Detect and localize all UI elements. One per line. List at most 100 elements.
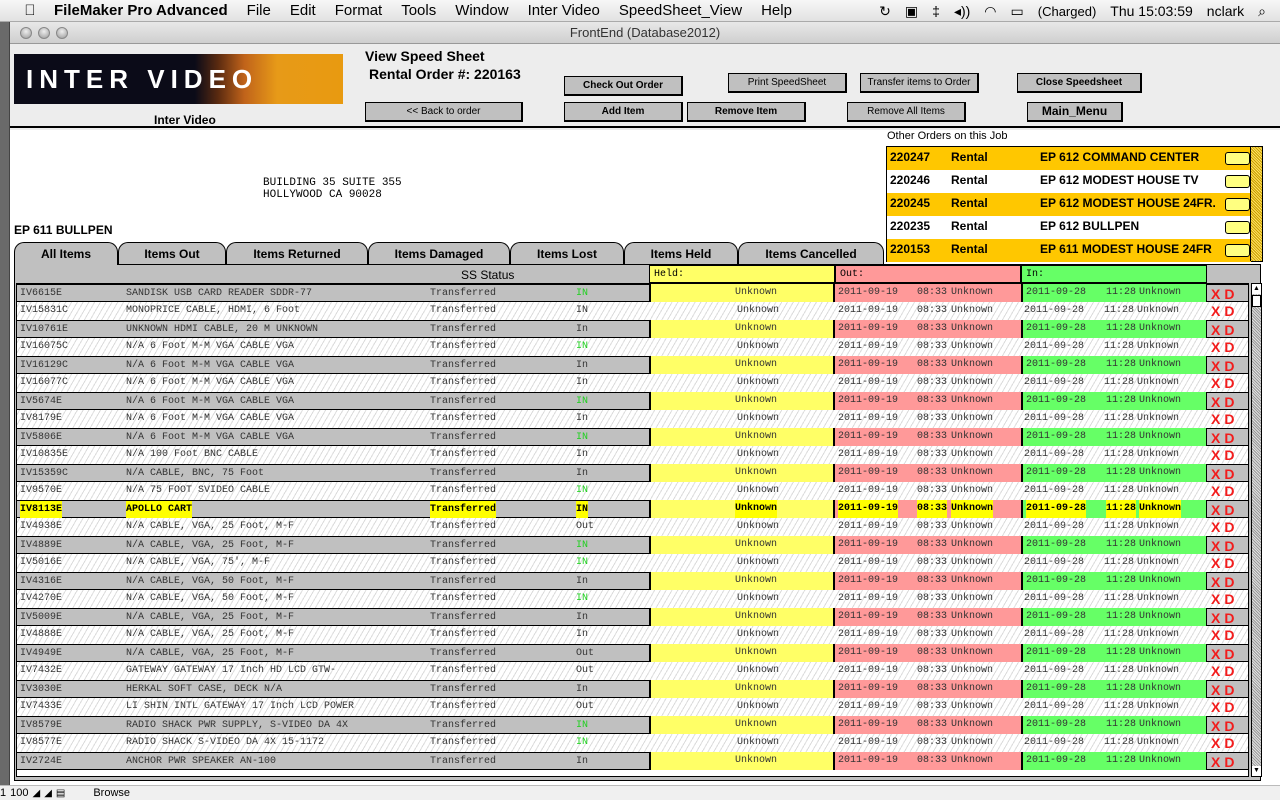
item-row[interactable]: IV5016E N/A CABLE, VGA, 75', M-F Transferr…: [17, 554, 1248, 572]
delete-item-button[interactable]: X: [1211, 483, 1224, 499]
item-row[interactable]: IV5674E N/A 6 Foot M-M VGA CABLE VGA Trans…: [17, 392, 1248, 410]
close-speedsheet-button[interactable]: Close Speedsheet: [1017, 73, 1142, 93]
tab-items-returned[interactable]: Items Returned: [226, 242, 368, 264]
item-detail-button[interactable]: D: [1224, 555, 1238, 571]
item-detail-button[interactable]: D: [1224, 483, 1238, 499]
other-order-row[interactable]: 220153 Rental EP 611 MODEST HOUSE 24FR: [887, 239, 1251, 262]
item-detail-button[interactable]: D: [1224, 718, 1238, 734]
zoom-in-icon[interactable]: ◢: [44, 788, 52, 799]
order-select-checkbox[interactable]: [1225, 175, 1250, 188]
close-window-button[interactable]: [20, 27, 32, 39]
transfer-items-button[interactable]: Transfer items to Order: [860, 73, 979, 93]
volume-icon[interactable]: ◂)): [954, 3, 970, 20]
item-detail-button[interactable]: D: [1224, 735, 1238, 751]
delete-item-button[interactable]: X: [1211, 430, 1224, 446]
menu-help[interactable]: Help: [761, 2, 792, 19]
zoom-out-icon[interactable]: ◢: [32, 788, 40, 799]
item-detail-button[interactable]: D: [1224, 286, 1238, 302]
delete-item-button[interactable]: X: [1211, 735, 1224, 751]
order-select-checkbox[interactable]: [1225, 152, 1250, 165]
wifi-icon[interactable]: ◠: [984, 3, 996, 20]
item-detail-button[interactable]: D: [1224, 322, 1238, 338]
delete-item-button[interactable]: X: [1211, 555, 1224, 571]
remove-all-items-button[interactable]: Remove All Items: [847, 102, 966, 122]
delete-item-button[interactable]: X: [1211, 394, 1224, 410]
item-detail-button[interactable]: D: [1224, 502, 1238, 518]
tab-items-out[interactable]: Items Out: [118, 242, 226, 264]
order-select-checkbox[interactable]: [1225, 244, 1250, 257]
item-row[interactable]: IV4316E N/A CABLE, VGA, 50 Foot, M-F Trans…: [17, 572, 1248, 590]
other-orders-scrollbar[interactable]: [1250, 147, 1262, 261]
menu-inter-video[interactable]: Inter Video: [528, 2, 600, 19]
mode-indicator[interactable]: Browse: [93, 787, 130, 799]
item-detail-button[interactable]: D: [1224, 610, 1238, 626]
item-row[interactable]: IV8577E RADIO SHACK S-VIDEO DA 4X 15-1172…: [17, 734, 1248, 752]
item-row[interactable]: IV8113E APOLLO CART Transferred IN Unknown 20…: [17, 500, 1248, 519]
item-row[interactable]: IV16077C N/A 6 Foot M-M VGA CABLE VGA Tran…: [17, 374, 1248, 392]
other-order-row[interactable]: 220246 Rental EP 612 MODEST HOUSE TV: [887, 170, 1251, 193]
toggle-status-area-icon[interactable]: ▤: [56, 788, 65, 799]
delete-item-button[interactable]: X: [1211, 591, 1224, 607]
delete-item-button[interactable]: X: [1211, 466, 1224, 482]
delete-item-button[interactable]: X: [1211, 718, 1224, 734]
sync-icon[interactable]: ↻: [879, 3, 891, 20]
items-scrollbar[interactable]: ▲ ▼: [1251, 283, 1262, 777]
item-detail-button[interactable]: D: [1224, 358, 1238, 374]
item-row[interactable]: IV2724E ANCHOR PWR SPEAKER AN-100 Transfer…: [17, 752, 1248, 770]
display-icon[interactable]: ▣: [905, 3, 918, 20]
delete-item-button[interactable]: X: [1211, 358, 1224, 374]
zoom-window-button[interactable]: [56, 27, 68, 39]
item-row[interactable]: IV4888E N/A CABLE, VGA, 25 Foot, M-F Trans…: [17, 626, 1248, 644]
item-row[interactable]: IV8179E N/A 6 Foot M-M VGA CABLE VGA Trans…: [17, 410, 1248, 428]
menu-app-name[interactable]: FileMaker Pro Advanced: [54, 2, 228, 19]
remove-item-button[interactable]: Remove Item: [687, 102, 806, 122]
delete-item-button[interactable]: X: [1211, 322, 1224, 338]
delete-item-button[interactable]: X: [1211, 663, 1224, 679]
menu-speedsheet-view[interactable]: SpeedSheet_View: [619, 2, 742, 19]
check-out-order-button[interactable]: Check Out Order: [564, 76, 683, 96]
item-detail-button[interactable]: D: [1224, 574, 1238, 590]
item-detail-button[interactable]: D: [1224, 303, 1238, 319]
item-detail-button[interactable]: D: [1224, 682, 1238, 698]
main-menu-button[interactable]: Main_Menu: [1027, 102, 1123, 122]
item-detail-button[interactable]: D: [1224, 627, 1238, 643]
back-to-order-button[interactable]: << Back to order: [365, 102, 523, 122]
item-row[interactable]: IV9570E N/A 75 FOOT SVIDEO CABLE Transferr…: [17, 482, 1248, 500]
item-detail-button[interactable]: D: [1224, 411, 1238, 427]
delete-item-button[interactable]: X: [1211, 610, 1224, 626]
item-detail-button[interactable]: D: [1224, 519, 1238, 535]
other-order-row[interactable]: 220235 Rental EP 612 BULLPEN: [887, 216, 1251, 239]
delete-item-button[interactable]: X: [1211, 646, 1224, 662]
item-row[interactable]: IV4889E N/A CABLE, VGA, 25 Foot, M-F Trans…: [17, 536, 1248, 554]
item-row[interactable]: IV7432E GATEWAY GATEWAY 17 Inch HD LCD GT…: [17, 662, 1248, 680]
spotlight-icon[interactable]: ⌕: [1258, 3, 1266, 20]
scroll-up-arrow-icon[interactable]: ▲: [1252, 284, 1261, 294]
print-speedsheet-button[interactable]: Print SpeedSheet: [728, 73, 847, 93]
menu-tools[interactable]: Tools: [401, 2, 436, 19]
item-detail-button[interactable]: D: [1224, 447, 1238, 463]
item-row[interactable]: IV4270E N/A CABLE, VGA, 50 Foot, M-F Trans…: [17, 590, 1248, 608]
user-name[interactable]: nclark: [1207, 3, 1244, 19]
item-detail-button[interactable]: D: [1224, 591, 1238, 607]
item-row[interactable]: IV16075C N/A 6 Foot M-M VGA CABLE VGA Tran…: [17, 338, 1248, 356]
item-detail-button[interactable]: D: [1224, 466, 1238, 482]
item-detail-button[interactable]: D: [1224, 394, 1238, 410]
tab-all-items[interactable]: All Items: [14, 242, 118, 265]
delete-item-button[interactable]: X: [1211, 682, 1224, 698]
scroll-thumb[interactable]: [1252, 295, 1261, 307]
zoom-level[interactable]: 100: [10, 787, 28, 799]
delete-item-button[interactable]: X: [1211, 411, 1224, 427]
tab-items-held[interactable]: Items Held: [624, 242, 738, 264]
item-detail-button[interactable]: D: [1224, 646, 1238, 662]
delete-item-button[interactable]: X: [1211, 286, 1224, 302]
bluetooth-icon[interactable]: ‡: [932, 3, 940, 19]
other-order-row[interactable]: 220247 Rental EP 612 COMMAND CENTER: [887, 147, 1251, 170]
item-row[interactable]: IV6615E SANDISK USB CARD READER SDDR-77 Tr…: [17, 284, 1248, 302]
clock[interactable]: Thu 15:03:59: [1110, 3, 1193, 19]
item-row[interactable]: IV10835E N/A 100 Foot BNC CABLE Transferre…: [17, 446, 1248, 464]
delete-item-button[interactable]: X: [1211, 538, 1224, 554]
battery-icon[interactable]: ▭: [1011, 3, 1024, 20]
item-row[interactable]: IV16129C N/A 6 Foot M-M VGA CABLE VGA Tran…: [17, 356, 1248, 374]
delete-item-button[interactable]: X: [1211, 447, 1224, 463]
item-row[interactable]: IV5009E N/A CABLE, VGA, 25 Foot, M-F Trans…: [17, 608, 1248, 626]
